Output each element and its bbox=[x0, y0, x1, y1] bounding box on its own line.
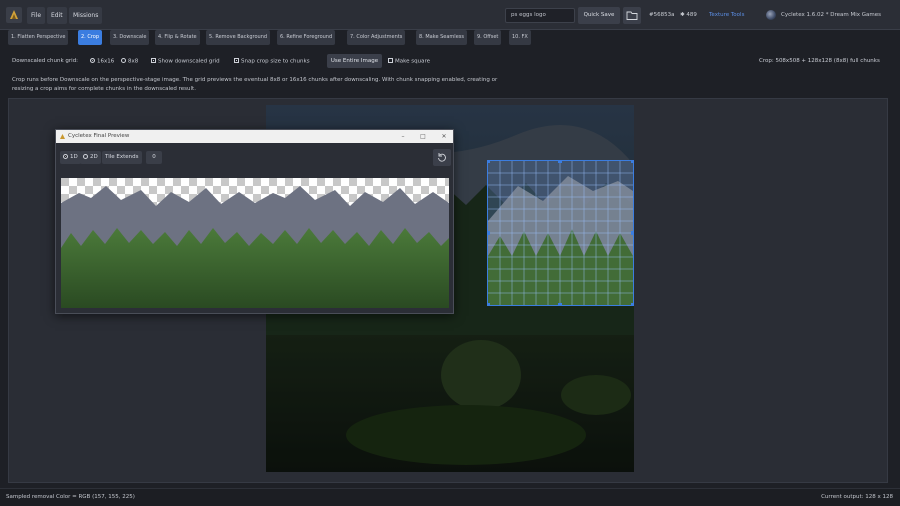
minimize-icon[interactable]: – bbox=[398, 132, 408, 141]
status-bar: Sampled removal Color = RGB (157, 155, 2… bbox=[0, 488, 900, 506]
tab-refine-foreground[interactable]: 6. Refine Foreground bbox=[277, 30, 336, 45]
crop-selection[interactable] bbox=[486, 159, 635, 307]
close-icon[interactable]: ✕ bbox=[439, 132, 449, 141]
grid-label: Downscaled chunk grid: bbox=[12, 58, 79, 64]
tab-color-adjustments[interactable]: 7. Color Adjustments bbox=[347, 30, 406, 45]
radio-icon bbox=[83, 153, 88, 159]
status-output-size: Current output: 128 x 128 bbox=[821, 494, 893, 500]
app-small-icon bbox=[60, 134, 65, 139]
tab-fx[interactable]: 10. FX bbox=[509, 30, 531, 45]
make-square-checkbox[interactable]: Make square bbox=[388, 58, 430, 65]
grid-16-radio[interactable]: 16x16 bbox=[90, 58, 114, 65]
top-bar: File Edit Missions ps eggs logo Quick Sa… bbox=[0, 0, 900, 30]
grid-8-radio[interactable]: 8x8 bbox=[121, 58, 138, 65]
status-sampled-color: Sampled removal Color = RGB (157, 155, 2… bbox=[6, 494, 135, 500]
preview-titlebar[interactable]: Cycletex Final Preview – □ ✕ bbox=[56, 130, 453, 143]
mode-1d-label: 1D bbox=[70, 154, 78, 160]
crop-info: Crop: 508x508 + 128x128 (8x8) full chunk… bbox=[759, 58, 880, 64]
show-grid-label: Show downscaled grid bbox=[158, 58, 220, 65]
tile-extends-button[interactable]: Tile Extends bbox=[102, 151, 142, 164]
tiled-preview-image bbox=[61, 178, 449, 308]
final-preview-window[interactable]: Cycletex Final Preview – □ ✕ 1D 2D Tile … bbox=[55, 129, 454, 314]
radio-selected-icon bbox=[90, 58, 95, 63]
crop-description: Crop runs before Downscale on the perspe… bbox=[12, 77, 498, 92]
checkbox-checked-icon bbox=[234, 58, 239, 63]
tile-count-field[interactable]: 0 bbox=[146, 151, 162, 164]
checkbox-icon bbox=[388, 58, 393, 63]
tab-flatten-perspective[interactable]: 1. Flatten Perspective bbox=[8, 30, 69, 45]
color-hex-readout: #56853a bbox=[649, 12, 675, 18]
mode-2d-radio[interactable]: 2D bbox=[80, 151, 101, 164]
tab-flip-rotate[interactable]: 4. Flip & Rotate bbox=[155, 30, 200, 45]
paw-icon: ✱ bbox=[680, 12, 685, 18]
tab-remove-background[interactable]: 5. Remove Background bbox=[206, 30, 271, 45]
app-logo-icon bbox=[6, 7, 22, 23]
snap-checkbox[interactable]: Snap crop size to chunks bbox=[234, 58, 310, 65]
snap-label: Snap crop size to chunks bbox=[241, 58, 310, 65]
preview-title: Cycletex Final Preview bbox=[68, 133, 130, 139]
file-menu[interactable]: File bbox=[27, 7, 46, 24]
grid-8-label: 8x8 bbox=[128, 58, 139, 65]
radio-selected-icon bbox=[63, 153, 68, 159]
grid-16-label: 16x16 bbox=[97, 58, 115, 65]
checkbox-checked-icon bbox=[151, 58, 156, 63]
make-square-label: Make square bbox=[395, 58, 430, 65]
mode-1d-radio[interactable]: 1D bbox=[60, 151, 81, 164]
maximize-icon[interactable]: □ bbox=[418, 132, 428, 141]
tab-offset[interactable]: 9. Offset bbox=[474, 30, 502, 45]
tab-crop[interactable]: 2. Crop bbox=[78, 30, 103, 45]
use-entire-image-button[interactable]: Use Entire Image bbox=[327, 54, 382, 68]
mode-2d-label: 2D bbox=[90, 154, 98, 160]
tab-make-seamless[interactable]: 8. Make Seamless bbox=[416, 30, 467, 45]
pipeline-tabs: 1. Flatten Perspective 2. Crop 3. Downsc… bbox=[0, 30, 900, 46]
count-value: 489 bbox=[686, 12, 697, 18]
globe-icon bbox=[766, 10, 776, 20]
paw-count: ✱ 489 bbox=[680, 12, 697, 18]
refresh-icon bbox=[438, 153, 446, 162]
app-version: Cycletex 1.6.02 * Dream Mix Games bbox=[781, 12, 881, 18]
folder-icon bbox=[626, 11, 638, 20]
quick-save-button[interactable]: Quick Save bbox=[578, 7, 620, 24]
open-folder-button[interactable] bbox=[623, 7, 641, 24]
edit-menu[interactable]: Edit bbox=[47, 7, 67, 24]
tab-downscale[interactable]: 3. Downscale bbox=[110, 30, 150, 45]
texture-tools-link[interactable]: Texture Tools bbox=[709, 12, 744, 18]
show-grid-checkbox[interactable]: Show downscaled grid bbox=[151, 58, 220, 65]
refresh-button[interactable] bbox=[433, 149, 451, 166]
missions-menu[interactable]: Missions bbox=[69, 7, 103, 24]
radio-icon bbox=[121, 58, 126, 63]
search-input[interactable]: ps eggs logo bbox=[505, 8, 575, 23]
